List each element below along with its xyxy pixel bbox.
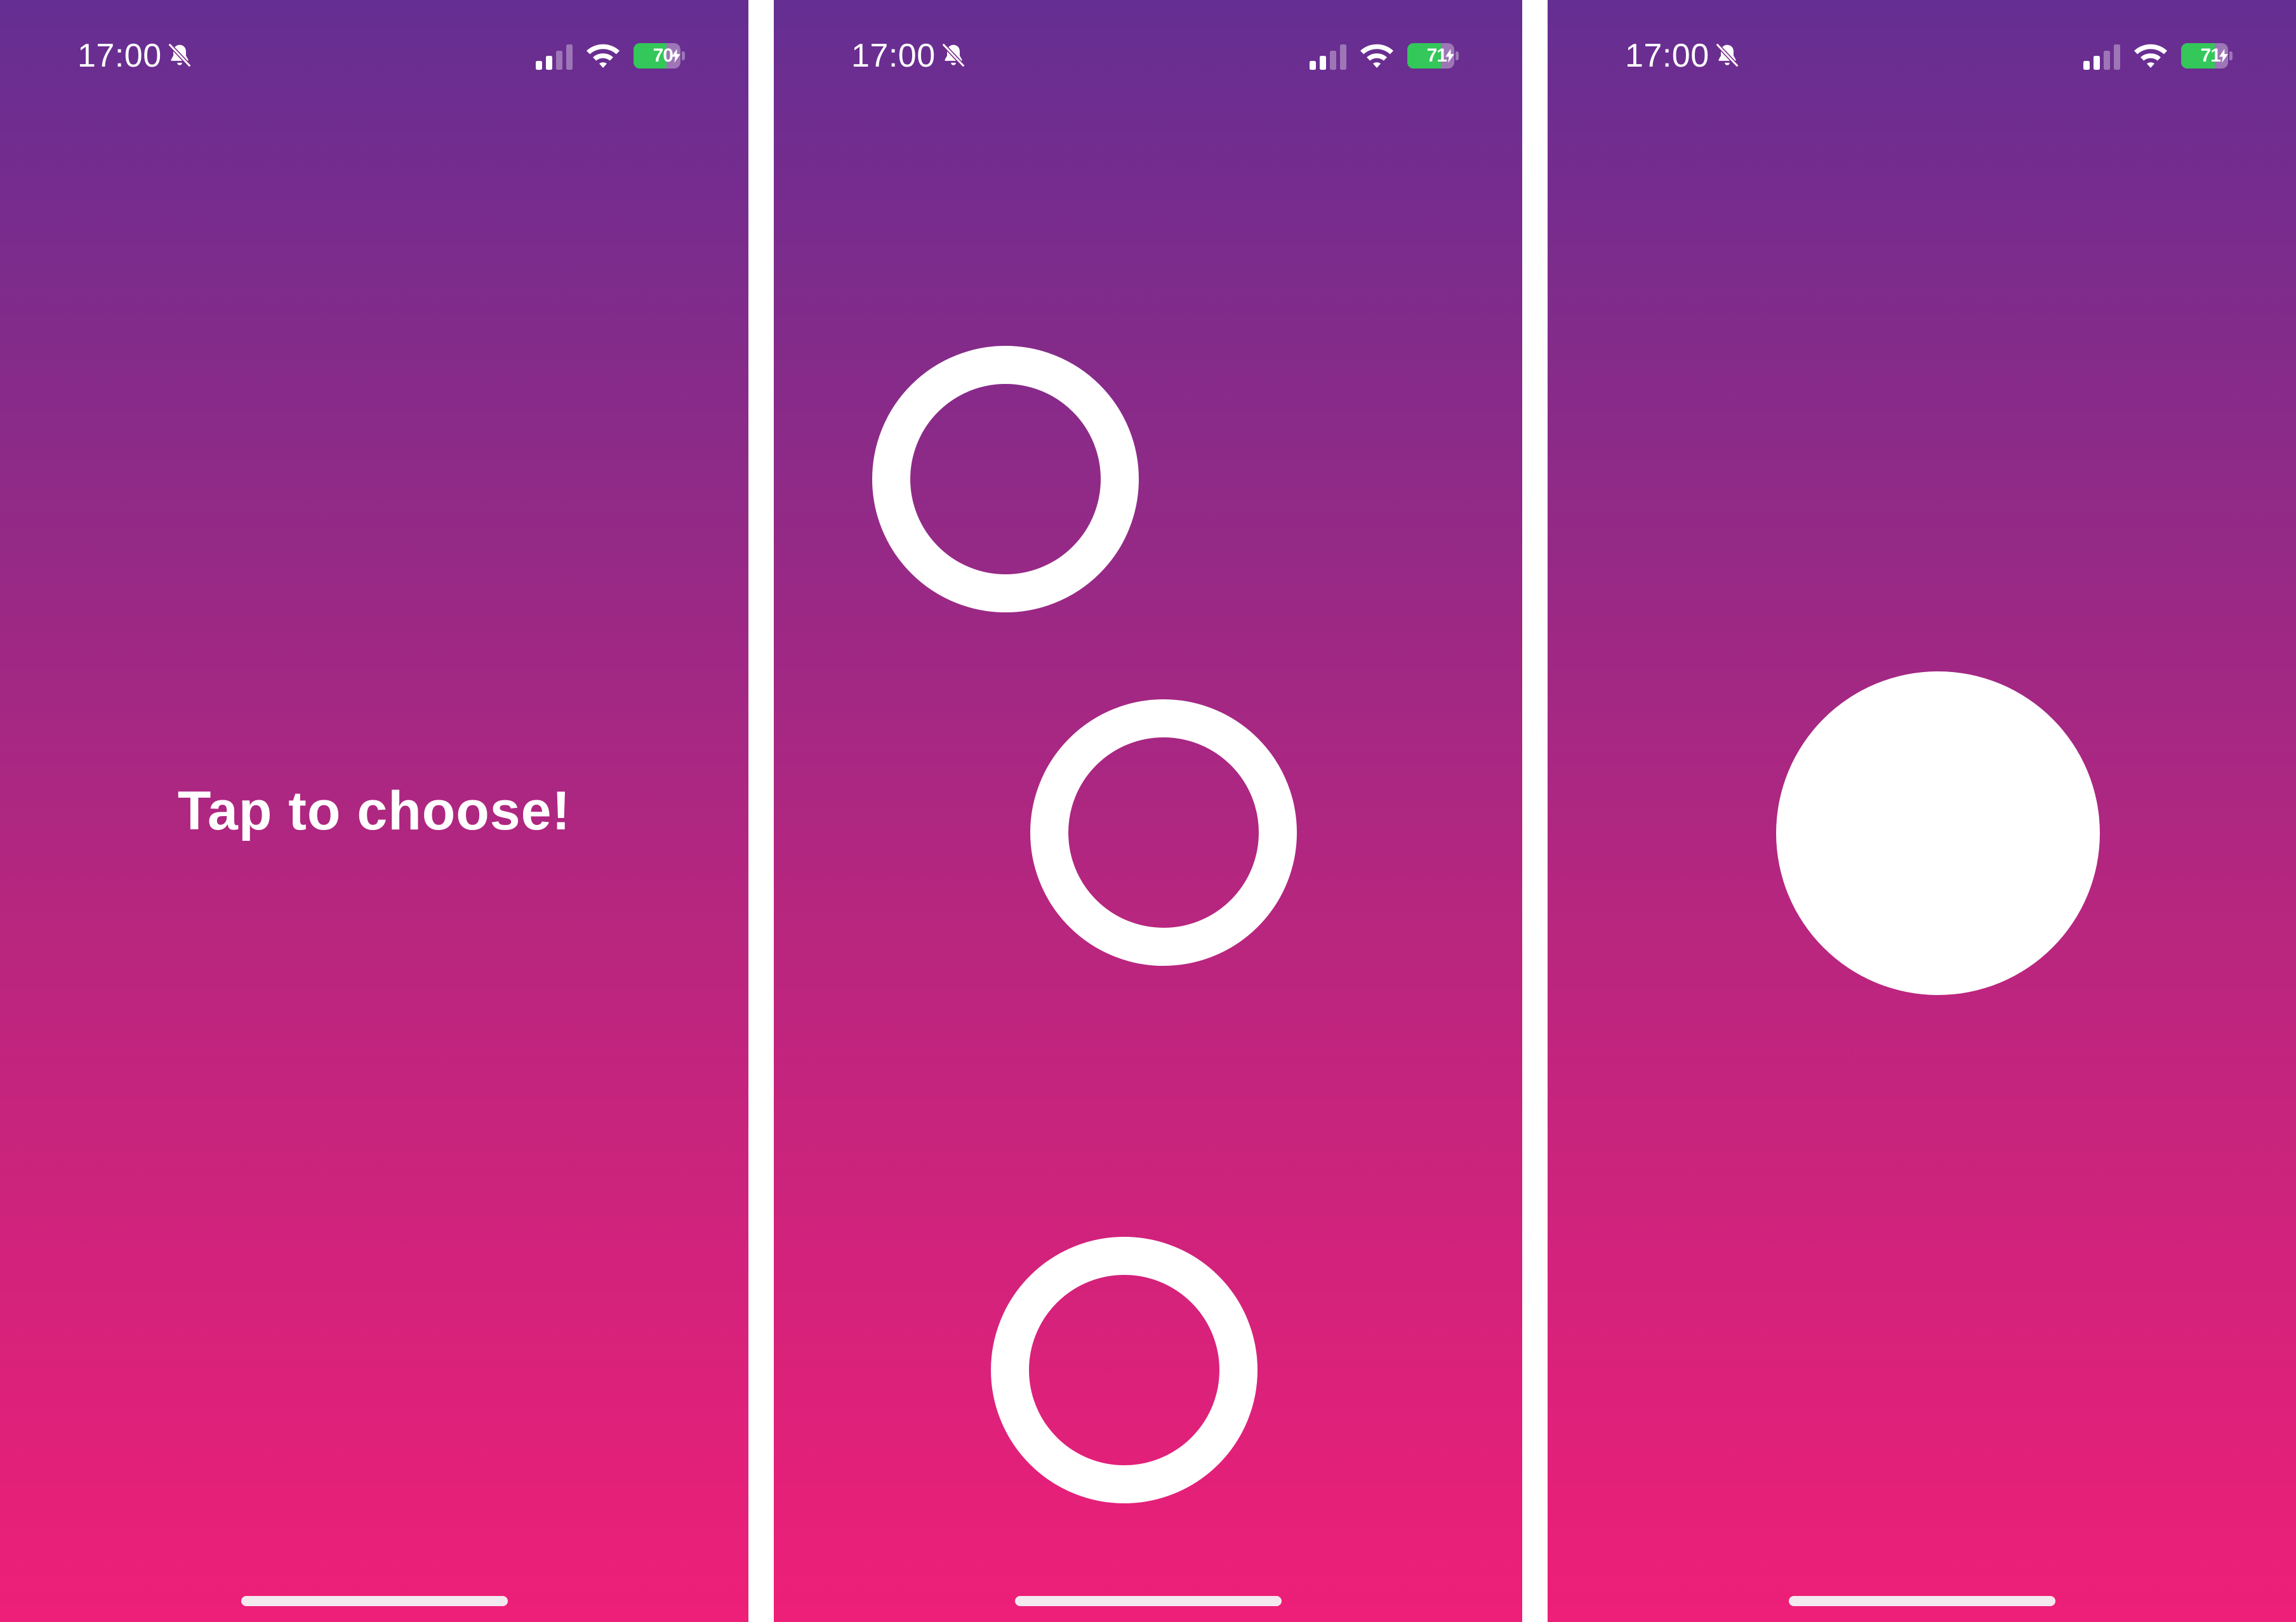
battery-percent: 71 (2200, 45, 2221, 66)
battery-cap (2229, 51, 2233, 60)
tap-to-choose-prompt: Tap to choose! (177, 781, 571, 841)
cellular-signal-icon (536, 44, 573, 70)
wifi-icon (2134, 44, 2167, 68)
status-time: 17:00 (1625, 37, 1709, 74)
bolt-icon (2219, 49, 2228, 63)
chosen-indicator-circle[interactable] (1776, 671, 2100, 995)
wifi-icon (587, 44, 620, 68)
bolt-icon (672, 49, 680, 63)
bolt-icon (1445, 49, 1454, 63)
status-time: 17:00 (77, 37, 162, 74)
status-time: 17:00 (851, 37, 936, 74)
battery-percent: 71 (1426, 45, 1447, 66)
screenshot-collage: 17:00 70 Tap to choose! 17:00 71 17:00 7… (0, 0, 2296, 1622)
home-indicator[interactable] (241, 1596, 508, 1606)
home-indicator[interactable] (1015, 1596, 1282, 1606)
status-bar: 17:00 71 (1548, 0, 2296, 111)
battery-body: 70 (634, 43, 680, 69)
status-bar: 17:00 71 (774, 0, 1522, 111)
bell-slash-icon (1715, 43, 1739, 68)
cellular-signal-icon (2083, 44, 2120, 70)
cellular-signal-icon (1310, 44, 1346, 70)
touch-indicator-ring[interactable] (1030, 699, 1297, 966)
screen-chosen[interactable]: 17:00 71 (1548, 0, 2296, 1622)
wifi-icon (1360, 44, 1393, 68)
status-bar: 17:00 70 (0, 0, 748, 111)
battery-body: 71 (1407, 43, 1454, 69)
battery-icon: 71 (1407, 43, 1459, 69)
home-indicator[interactable] (1789, 1596, 2055, 1606)
bell-slash-icon (941, 43, 966, 68)
battery-icon: 70 (634, 43, 685, 69)
battery-cap (682, 51, 685, 60)
screen-touches[interactable]: 17:00 71 (774, 0, 1522, 1622)
touch-indicator-ring[interactable] (991, 1237, 1257, 1503)
battery-icon: 71 (2181, 43, 2233, 69)
battery-cap (1456, 51, 1459, 60)
battery-percent: 70 (653, 45, 674, 66)
touch-indicator-ring[interactable] (872, 346, 1139, 612)
bell-slash-icon (168, 43, 192, 68)
screen-tap-to-choose[interactable]: 17:00 70 Tap to choose! (0, 0, 748, 1622)
battery-body: 71 (2181, 43, 2228, 69)
